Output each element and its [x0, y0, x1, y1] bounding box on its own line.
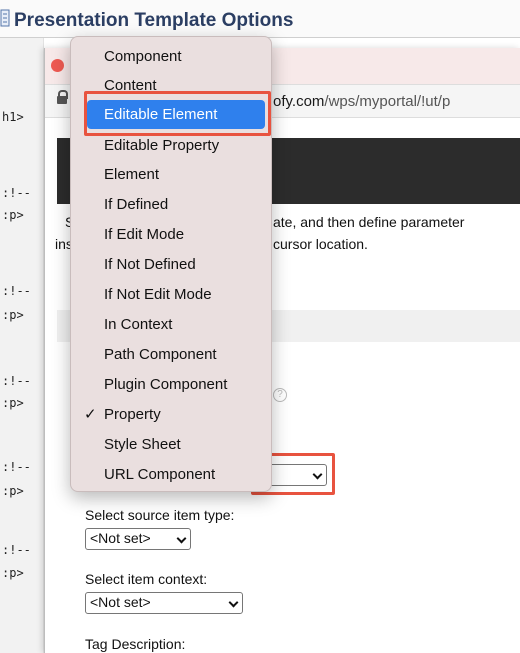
code-line: :p> — [2, 566, 24, 580]
window-title: Presentation Template Options — [14, 10, 294, 31]
menu-item-label: If Not Edit Mode — [104, 286, 212, 303]
code-line: :!-- — [2, 284, 31, 298]
menu-item-label: Plugin Component — [104, 376, 228, 393]
code-line: h1> — [2, 110, 24, 124]
url-path: /wps/myportal/!ut/p — [324, 93, 451, 110]
code-line: :p> — [2, 208, 24, 222]
code-line: :!-- — [2, 374, 31, 388]
menu-item-label: Component — [104, 48, 182, 65]
menu-item-component[interactable]: Component — [71, 42, 271, 72]
menu-item-if-defined[interactable]: If Defined — [71, 190, 271, 220]
menu-item-path-component[interactable]: Path Component — [71, 340, 271, 370]
code-line: :!-- — [2, 186, 31, 200]
menu-item-label: Property — [104, 406, 161, 423]
menu-item-in-context[interactable]: In Context — [71, 310, 271, 340]
instructions-text: cursor location. — [273, 236, 368, 252]
menu-item-property[interactable]: ✓ Property — [71, 400, 271, 430]
menu-item-label: Element — [104, 166, 160, 183]
code-line: :!-- — [2, 460, 31, 474]
menu-item-label: URL Component — [104, 466, 216, 483]
code-editor-gutter[interactable]: h1> :!-- :p> :!-- :p> :!-- :p> :!-- :p> … — [0, 38, 44, 653]
item-context-label: Select item context: — [85, 571, 208, 587]
menu-item-element[interactable]: Element — [71, 160, 271, 190]
menu-item-label: If Not Defined — [104, 256, 196, 273]
menu-item-label: If Edit Mode — [104, 226, 185, 243]
url-host: ofy.com — [273, 93, 325, 110]
code-line: :p> — [2, 308, 24, 322]
menu-item-label: Style Sheet — [104, 436, 181, 453]
chevron-down-icon — [176, 533, 187, 544]
menu-item-label: Editable Property — [104, 137, 220, 154]
code-line: :p> — [2, 484, 24, 498]
menu-item-label: If Defined — [104, 196, 169, 213]
source-type-label: Select source item type: — [85, 507, 235, 523]
source-type-select[interactable]: <Not set> — [85, 528, 191, 550]
menu-item-if-edit-mode[interactable]: If Edit Mode — [71, 220, 271, 250]
menu-item-label: In Context — [104, 316, 173, 333]
item-context-value: <Not set> — [90, 594, 151, 610]
menu-item-if-not-defined[interactable]: If Not Defined — [71, 250, 271, 280]
menu-item-plugin-component[interactable]: Plugin Component — [71, 370, 271, 400]
help-icon[interactable]: ? — [273, 388, 287, 402]
tag-description-label: Tag Description: — [85, 636, 186, 652]
menu-item-label: Path Component — [104, 346, 217, 363]
menu-item-if-not-edit-mode[interactable]: If Not Edit Mode — [71, 280, 271, 310]
document-icon — [0, 9, 10, 27]
item-context-select[interactable]: <Not set> — [85, 592, 243, 614]
chevron-down-icon — [228, 597, 239, 608]
checkmark-icon: ✓ — [84, 406, 97, 423]
source-type-value: <Not set> — [90, 530, 151, 546]
lock-icon — [57, 90, 68, 107]
close-window-button[interactable] — [51, 59, 64, 72]
instructions-text: ate, and then define parameter — [273, 214, 465, 230]
address-url: ofy.com/wps/myportal/!ut/p — [273, 93, 450, 110]
code-line: :p> — [2, 396, 24, 410]
window-titlebar: Presentation Template Options — [0, 0, 520, 38]
code-line: :!-- — [2, 543, 31, 557]
menu-item-style-sheet[interactable]: Style Sheet — [71, 430, 271, 460]
menu-item-url-component[interactable]: URL Component — [71, 460, 271, 490]
menu-highlight-annotation — [84, 91, 271, 136]
